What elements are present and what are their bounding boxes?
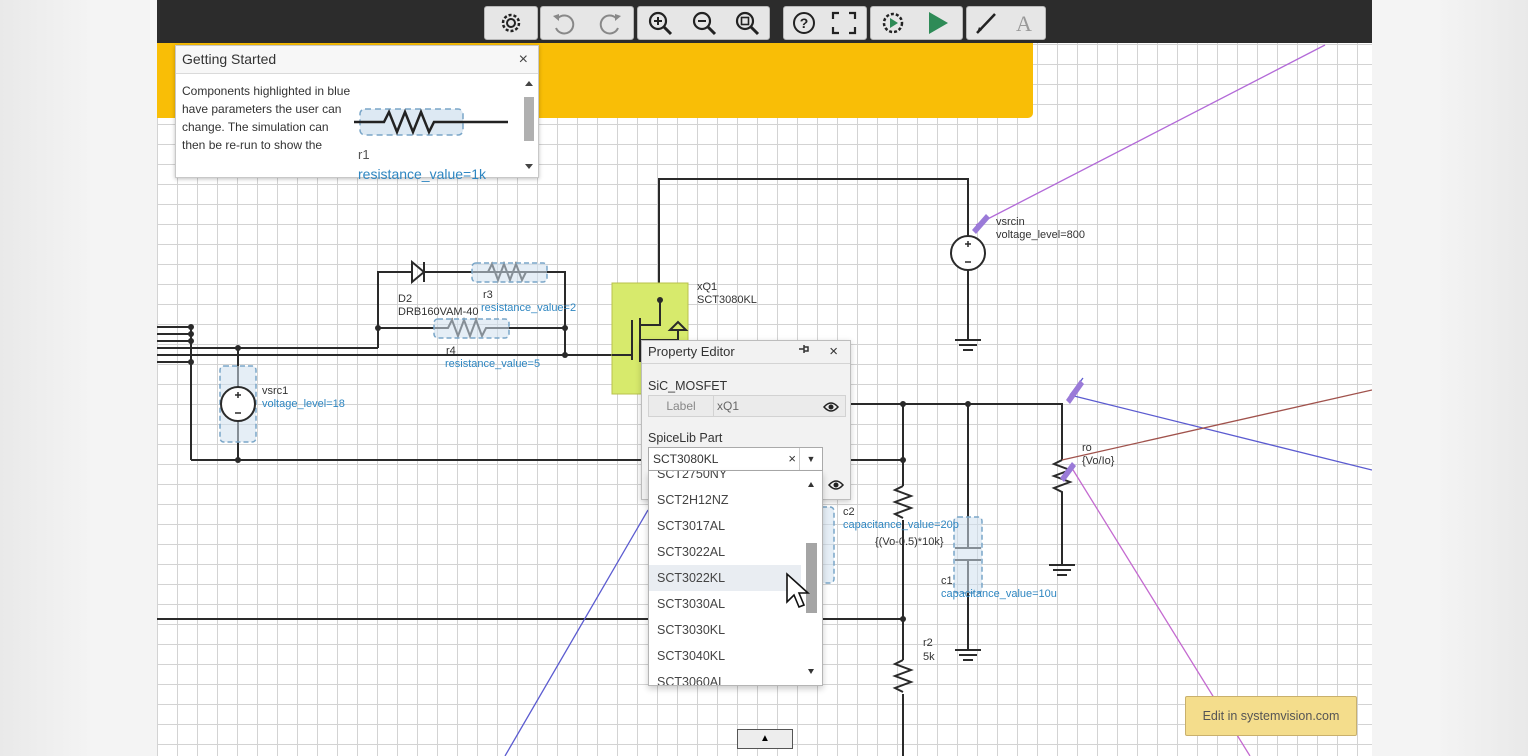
getting-started-header: Getting Started × [176,46,538,74]
expand-panel-button[interactable]: ▲ [737,729,793,749]
edit-in-systemvision-button[interactable]: Edit in systemvision.com [1185,696,1357,736]
zoom-in-icon[interactable] [638,7,682,39]
svg-text:A: A [1016,11,1032,36]
toolbar-group-view: ? [783,6,867,40]
vsrc1-param: voltage_level=18 [262,398,345,410]
toolbar: ? A [157,0,1372,43]
property-editor-title: Property Editor [648,344,735,359]
r4-param: resistance_value=5 [445,358,540,370]
label-field-caption: Label [649,396,714,416]
dropdown-option[interactable]: SCT3040KL [649,643,801,669]
c2-name: c2 [843,506,855,518]
r3-name: r3 [483,289,493,301]
resistor-example-icon [354,108,508,136]
r2-param: 5k [923,651,935,663]
mouse-cursor-icon [786,572,811,609]
pin-icon[interactable] [798,341,810,363]
xq1-name: xQ1 [697,281,717,293]
label-field-row: Label xQ1 [648,395,846,417]
selected-part-value: SCT3080KL [653,452,719,466]
dropdown-option[interactable]: SCT3017AL [649,513,801,539]
r2-name: r2 [923,637,933,649]
component-type-heading: SiC_MOSFET [648,379,728,393]
run-simulation-icon[interactable] [915,7,959,39]
dropdown-option[interactable]: SCT2H12NZ [649,487,801,513]
c2-expression: {(Vo-0.5)*10k} [875,536,944,548]
toolbar-group-history [540,6,634,40]
help-icon[interactable]: ? [784,7,824,39]
label-field-input[interactable]: xQ1 [717,396,739,416]
clear-selection-icon[interactable]: × [788,448,796,470]
r4-name: r4 [446,345,456,357]
zoom-out-icon[interactable] [682,7,726,39]
chevron-down-icon[interactable]: ▼ [799,448,822,470]
close-icon[interactable]: × [519,46,528,73]
getting-started-title: Getting Started [182,51,277,67]
ro-param: {Vo/Io} [1082,455,1115,467]
draw-wire-icon[interactable] [967,7,1005,39]
toolbar-group-draw: A [966,6,1046,40]
eye-icon[interactable] [823,400,839,418]
vsrcin-param: voltage_level=800 [996,229,1085,241]
part-options: SCT2750NY SCT2H12NZ SCT3017AL SCT3022AL SCT3… [649,471,801,685]
xq1-part: SCT3080KL [697,294,757,306]
spicelib-part-select[interactable]: SCT3080KL × ▼ [648,447,823,471]
getting-started-scrollbar[interactable] [522,78,536,174]
toolbar-group-settings [484,6,538,40]
undo-icon[interactable] [541,7,587,39]
example-component-param: resistance_value=1k [358,166,487,182]
dropdown-option[interactable]: SCT3060AL [649,669,801,685]
close-icon[interactable]: × [829,341,838,363]
dropdown-option[interactable]: SCT3022AL [649,539,801,565]
text-tool-icon[interactable]: A [1005,7,1043,39]
getting-started-text: Components highlighted in blue have para… [182,84,351,152]
fullscreen-icon[interactable] [824,7,864,39]
spicelib-part-heading: SpiceLib Part [648,431,723,445]
zoom-fit-icon[interactable] [725,7,769,39]
vsrcin-name: vsrcin [996,216,1025,228]
svg-text:?: ? [800,15,809,31]
c1-param: capacitance_value=10u [941,588,1057,600]
toolbar-group-simulation [870,6,963,40]
c1-name: c1 [941,575,953,587]
vsrc1-name: vsrc1 [262,385,288,397]
dropdown-option[interactable]: SCT3030AL [649,591,801,617]
dropdown-option[interactable]: SCT3030KL [649,617,801,643]
simulation-settings-icon[interactable] [871,7,915,39]
settings-icon[interactable] [485,7,537,39]
d2-name: D2 [398,293,412,305]
dropdown-option[interactable]: SCT2750NY [649,471,801,487]
d2-part: DRB160VAM-40 [398,306,479,318]
property-editor-header: Property Editor × [642,341,850,364]
toolbar-group-zoom [637,6,770,40]
r3-param: resistance_value=2 [481,302,576,314]
dropdown-option[interactable]: SCT3022KL [649,565,801,591]
c2-param: capacitance_value=20p [843,519,959,531]
redo-icon[interactable] [587,7,633,39]
example-component-name: r1 [358,147,370,162]
getting-started-panel: Getting Started × Components highlighted… [175,45,539,182]
eye-icon[interactable] [828,478,844,496]
ro-name: ro [1082,442,1092,454]
